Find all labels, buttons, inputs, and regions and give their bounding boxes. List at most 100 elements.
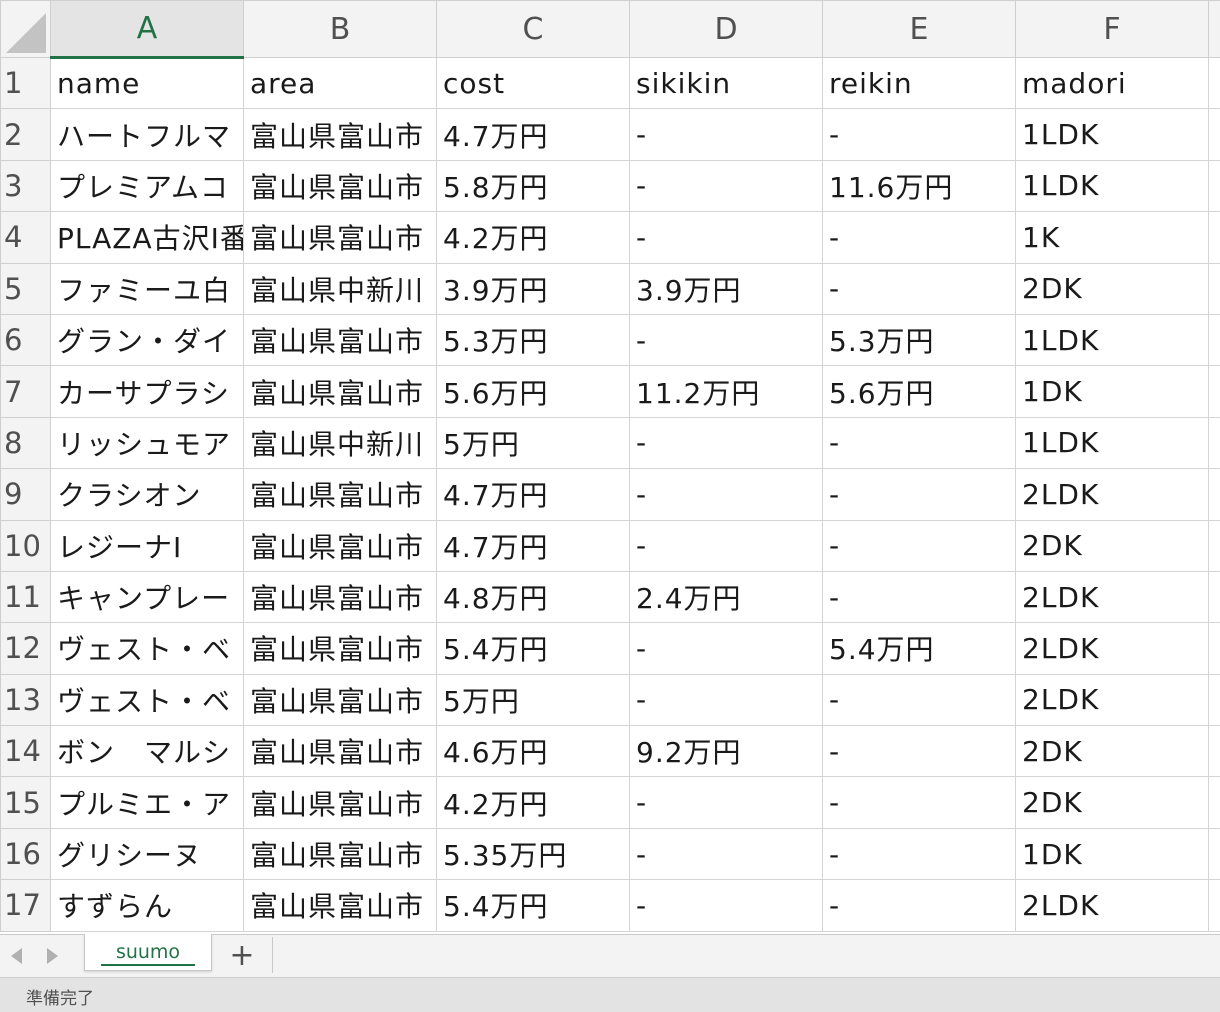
cell-c2[interactable]: 4.7万円 — [437, 109, 630, 160]
row-header[interactable]: 13 — [1, 674, 51, 725]
cell-a6[interactable]: グラン・ダイ — [51, 314, 244, 365]
row-header[interactable]: 17 — [1, 880, 51, 931]
cell-a7[interactable]: カーサプラシ — [51, 366, 244, 417]
column-header-b[interactable]: B — [244, 1, 437, 58]
row-header[interactable]: 8 — [1, 417, 51, 468]
cell-e5[interactable]: - — [823, 263, 1016, 314]
previous-sheet-button[interactable] — [6, 943, 26, 969]
cell-d2[interactable]: - — [630, 109, 823, 160]
cell-a9[interactable]: クラシオン — [51, 469, 244, 520]
cell-c12[interactable]: 5.4万円 — [437, 623, 630, 674]
cell-c4[interactable]: 4.2万円 — [437, 212, 630, 263]
row-header[interactable]: 7 — [1, 366, 51, 417]
cell-c15[interactable]: 4.2万円 — [437, 777, 630, 828]
row-header[interactable]: 4 — [1, 212, 51, 263]
cell-g15[interactable] — [1209, 777, 1220, 828]
cell-g1[interactable] — [1209, 58, 1220, 109]
cell-b2[interactable]: 富山県富山市 — [244, 109, 437, 160]
cell-f13[interactable]: 2LDK — [1016, 674, 1209, 725]
cell-d17[interactable]: - — [630, 880, 823, 931]
cell-b16[interactable]: 富山県富山市 — [244, 828, 437, 879]
cell-d14[interactable]: 9.2万円 — [630, 726, 823, 777]
cell-c17[interactable]: 5.4万円 — [437, 880, 630, 931]
cell-c14[interactable]: 4.6万円 — [437, 726, 630, 777]
cell-f10[interactable]: 2DK — [1016, 520, 1209, 571]
column-header-f[interactable]: F — [1016, 1, 1209, 58]
row-header[interactable]: 10 — [1, 520, 51, 571]
row-header[interactable]: 6 — [1, 314, 51, 365]
add-sheet-button[interactable]: + — [216, 935, 268, 975]
cell-f5[interactable]: 2DK — [1016, 263, 1209, 314]
cell-c16[interactable]: 5.35万円 — [437, 828, 630, 879]
cell-d12[interactable]: - — [630, 623, 823, 674]
select-all-corner[interactable] — [1, 1, 51, 58]
cell-e9[interactable]: - — [823, 469, 1016, 520]
row-header[interactable]: 14 — [1, 726, 51, 777]
cell-g14[interactable] — [1209, 726, 1220, 777]
cell-b10[interactable]: 富山県富山市 — [244, 520, 437, 571]
cell-b4[interactable]: 富山県富山市 — [244, 212, 437, 263]
row-header[interactable]: 15 — [1, 777, 51, 828]
cell-b9[interactable]: 富山県富山市 — [244, 469, 437, 520]
cell-g10[interactable] — [1209, 520, 1220, 571]
cell-b8[interactable]: 富山県中新川 — [244, 417, 437, 468]
cell-c6[interactable]: 5.3万円 — [437, 314, 630, 365]
cell-f16[interactable]: 1DK — [1016, 828, 1209, 879]
cell-g3[interactable] — [1209, 160, 1220, 211]
cell-a10[interactable]: レジーナI — [51, 520, 244, 571]
row-header[interactable]: 1 — [1, 58, 51, 109]
cell-d9[interactable]: - — [630, 469, 823, 520]
cell-g13[interactable] — [1209, 674, 1220, 725]
cell-b12[interactable]: 富山県富山市 — [244, 623, 437, 674]
cell-c13[interactable]: 5万円 — [437, 674, 630, 725]
cell-f12[interactable]: 2LDK — [1016, 623, 1209, 674]
cell-g12[interactable] — [1209, 623, 1220, 674]
cell-f4[interactable]: 1K — [1016, 212, 1209, 263]
cell-f2[interactable]: 1LDK — [1016, 109, 1209, 160]
cell-b17[interactable]: 富山県富山市 — [244, 880, 437, 931]
cell-e11[interactable]: - — [823, 571, 1016, 622]
cell-f11[interactable]: 2LDK — [1016, 571, 1209, 622]
cell-a11[interactable]: キャンプレー — [51, 571, 244, 622]
cell-b6[interactable]: 富山県富山市 — [244, 314, 437, 365]
cell-e13[interactable]: - — [823, 674, 1016, 725]
cell-e1[interactable]: reikin — [823, 58, 1016, 109]
cell-b3[interactable]: 富山県富山市 — [244, 160, 437, 211]
cell-d16[interactable]: - — [630, 828, 823, 879]
next-sheet-button[interactable] — [42, 943, 62, 969]
cell-a15[interactable]: プルミエ・ア — [51, 777, 244, 828]
cell-b7[interactable]: 富山県富山市 — [244, 366, 437, 417]
cell-e2[interactable]: - — [823, 109, 1016, 160]
cell-c7[interactable]: 5.6万円 — [437, 366, 630, 417]
cell-e16[interactable]: - — [823, 828, 1016, 879]
cell-d6[interactable]: - — [630, 314, 823, 365]
cell-d1[interactable]: sikikin — [630, 58, 823, 109]
cell-d11[interactable]: 2.4万円 — [630, 571, 823, 622]
cell-g17[interactable] — [1209, 880, 1220, 931]
cell-b13[interactable]: 富山県富山市 — [244, 674, 437, 725]
row-header[interactable]: 3 — [1, 160, 51, 211]
cell-d10[interactable]: - — [630, 520, 823, 571]
cell-b14[interactable]: 富山県富山市 — [244, 726, 437, 777]
cell-e3[interactable]: 11.6万円 — [823, 160, 1016, 211]
cell-a14[interactable]: ボン マルシ — [51, 726, 244, 777]
cell-d15[interactable]: - — [630, 777, 823, 828]
cell-c11[interactable]: 4.8万円 — [437, 571, 630, 622]
cell-g9[interactable] — [1209, 469, 1220, 520]
row-header[interactable]: 2 — [1, 109, 51, 160]
cell-f8[interactable]: 1LDK — [1016, 417, 1209, 468]
cell-e14[interactable]: - — [823, 726, 1016, 777]
row-header[interactable]: 9 — [1, 469, 51, 520]
column-header-a[interactable]: A — [51, 1, 244, 58]
cell-f6[interactable]: 1LDK — [1016, 314, 1209, 365]
row-header[interactable]: 5 — [1, 263, 51, 314]
cell-e7[interactable]: 5.6万円 — [823, 366, 1016, 417]
cell-c8[interactable]: 5万円 — [437, 417, 630, 468]
cell-d13[interactable]: - — [630, 674, 823, 725]
cell-g16[interactable] — [1209, 828, 1220, 879]
column-header-g[interactable] — [1209, 1, 1220, 58]
cell-b5[interactable]: 富山県中新川 — [244, 263, 437, 314]
cell-a4[interactable]: PLAZA古沢I番 — [51, 212, 244, 263]
cell-e4[interactable]: - — [823, 212, 1016, 263]
cell-e10[interactable]: - — [823, 520, 1016, 571]
